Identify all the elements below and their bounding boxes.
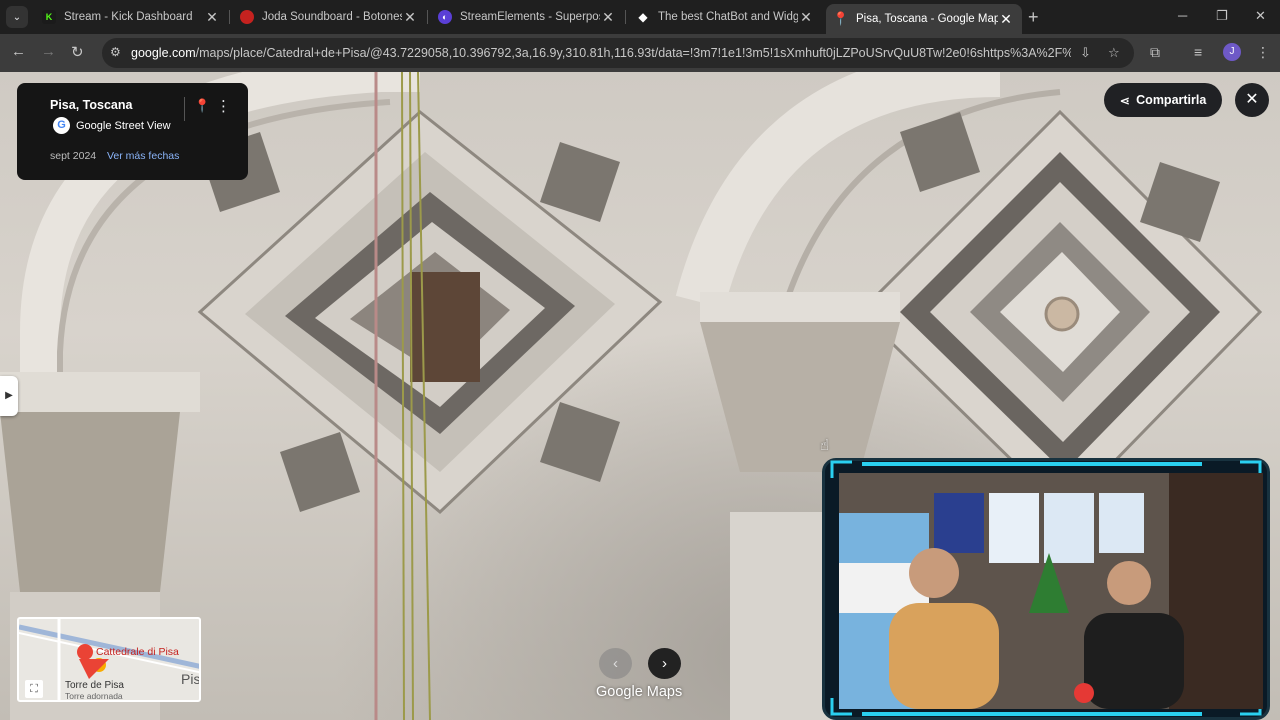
share-button[interactable]: ⋖ Compartirla [1104, 83, 1222, 117]
google-maps-watermark: Google Maps [596, 684, 683, 700]
close-tab-icon[interactable]: ✕ [798, 9, 814, 26]
capture-date: sept 2024 [50, 150, 97, 162]
webcam-frame [822, 458, 1270, 720]
url-text[interactable]: google.com/maps/place/Catedral+de+Pisa/@… [131, 46, 1071, 60]
install-app-icon[interactable]: ⇩ [1080, 45, 1091, 61]
hand-cursor-icon: ☝ [820, 437, 830, 454]
url-path: /maps/place/Catedral+de+Pisa/@43.7229058… [195, 46, 1071, 60]
address-bar[interactable]: ⚙ google.com/maps/place/Catedral+de+Pisa… [102, 38, 1134, 68]
provider-row: G Google Street View [53, 117, 171, 134]
profile-avatar[interactable]: J [1223, 43, 1241, 61]
soundboard-icon [240, 10, 254, 24]
browser-toolbar: ← → ↻ ⚙ google.com/maps/place/Catedral+d… [0, 34, 1280, 72]
close-tab-icon[interactable]: ✕ [600, 9, 616, 26]
kick-icon: K [42, 10, 56, 24]
close-street-view-button[interactable]: ✕ [1235, 83, 1269, 117]
share-icon: ⋖ [1119, 93, 1131, 108]
forward-icon[interactable]: → [41, 43, 56, 60]
minimize-icon[interactable]: ─ [1178, 8, 1187, 23]
close-tab-icon[interactable]: ✕ [402, 9, 418, 26]
restore-icon[interactable]: ❐ [1216, 8, 1228, 24]
extensions-icon[interactable]: ⧉ [1150, 44, 1160, 61]
tab-joda-soundboard[interactable]: Joda Soundboard - Botones de ✕ [232, 4, 426, 30]
close-tab-icon[interactable]: ✕ [998, 11, 1014, 28]
previous-arrow-icon[interactable]: ‹ [599, 648, 632, 679]
location-pin-icon[interactable]: 📍 [194, 98, 210, 114]
url-host: google.com [131, 46, 196, 60]
mini-map-label-cathedral: Cattedrale di Pisa [96, 646, 179, 658]
google-logo-icon: G [53, 117, 70, 134]
close-window-icon[interactable]: ✕ [1255, 8, 1266, 24]
mini-map-label-tower: Torre de Pisa [65, 680, 124, 691]
provider-label: Google Street View [76, 119, 171, 132]
menu-kebab-icon[interactable]: ⋮ [1256, 44, 1270, 61]
expand-map-icon[interactable]: ⛶ [25, 680, 43, 698]
share-label: Compartirla [1136, 93, 1207, 107]
divider [184, 97, 185, 121]
tab-google-maps[interactable]: 📍 Pisa, Toscana - Google Maps ✕ [826, 4, 1022, 34]
tab-kick-dashboard[interactable]: K Stream - Kick Dashboard ✕ [34, 4, 228, 30]
webcam-video [839, 473, 1263, 709]
mini-map[interactable]: Cattedrale di Pisa Torre de Pisa Torre a… [17, 617, 201, 702]
site-info-icon[interactable]: ⚙ [110, 45, 121, 59]
tab-title: StreamElements - Superposicio [460, 11, 600, 23]
street-view-panorama[interactable]: Pisa, Toscana G Google Street View sept … [0, 72, 1280, 720]
bookmark-star-icon[interactable]: ☆ [1108, 45, 1120, 61]
street-view-info-card: Pisa, Toscana G Google Street View sept … [17, 83, 248, 180]
place-name: Pisa, Toscana [50, 98, 133, 112]
tab-title: The best ChatBot and Widgets [658, 11, 798, 23]
expand-side-panel-icon[interactable]: ▶ [0, 376, 18, 416]
new-tab-button[interactable]: + [1028, 7, 1039, 28]
streamelements-icon: ◐ [438, 10, 452, 24]
more-dates-link[interactable]: Ver más fechas [107, 150, 179, 162]
tab-chatbot-widgets[interactable]: ◆ The best ChatBot and Widgets ✕ [628, 4, 822, 30]
mini-map-label-tower-sub: Torre adornada [65, 691, 123, 701]
tab-title: Stream - Kick Dashboard [64, 11, 193, 23]
tab-title: Joda Soundboard - Botones de [262, 11, 402, 23]
next-arrow-icon[interactable]: › [648, 648, 681, 679]
media-controls-icon[interactable]: ≡ [1194, 44, 1202, 60]
tab-streamelements[interactable]: ◐ StreamElements - Superposicio ✕ [430, 4, 624, 30]
reload-icon[interactable]: ↻ [71, 43, 84, 61]
mini-map-label-partial: Pis [181, 671, 201, 687]
google-maps-icon: 📍 [832, 11, 850, 26]
tab-title: Pisa, Toscana - Google Maps [856, 13, 998, 25]
more-options-icon[interactable]: ⋮ [216, 97, 231, 115]
chatbot-icon: ◆ [638, 10, 648, 24]
tab-strip: ⌄ K Stream - Kick Dashboard ✕ Joda Sound… [0, 0, 1280, 34]
close-tab-icon[interactable]: ✕ [204, 9, 220, 26]
tab-search-button[interactable]: ⌄ [6, 6, 28, 28]
back-icon[interactable]: ← [11, 43, 26, 60]
webcam-scene [839, 473, 1263, 709]
webcam-overlay [822, 458, 1270, 720]
